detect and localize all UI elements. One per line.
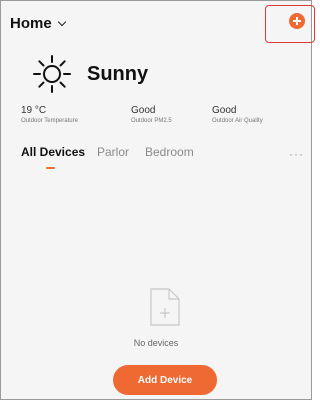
add-device-button[interactable]: Add Device [113,365,217,395]
stat-label: Outdoor Air Quality [212,118,263,124]
top-bar: Home [1,1,315,45]
stat-pm25: Good Outdoor PM2.5 [131,105,172,126]
active-tab-indicator [46,167,55,169]
tab-parlor[interactable]: Parlor [97,145,129,159]
stat-value: 19 °C [21,105,47,116]
add-icon[interactable] [289,13,305,29]
sun-icon [33,55,71,93]
app-screen: Home Sunny 19 °C Outdoor Temperature Goo… [0,0,315,400]
stat-value: Good [212,105,237,116]
weather-condition: Sunny [87,63,149,85]
chevron-down-icon [57,17,66,27]
room-tabs: All Devices Parlor Bedroom [21,145,311,169]
empty-state-message: No devices [133,338,179,348]
tab-all-devices[interactable]: All Devices [21,145,85,159]
tab-bedroom[interactable]: Bedroom [145,145,194,159]
more-icon[interactable]: ··· [289,147,304,161]
stat-air-quality: Good Outdoor Air Quality [212,105,263,126]
empty-file-icon [150,288,180,326]
stat-value: Good [131,105,156,116]
stat-label: Outdoor Temperature [21,118,78,124]
home-label: Home [10,15,52,32]
stat-label: Outdoor PM2.5 [131,118,172,124]
home-selector[interactable]: Home [10,15,66,32]
stat-temperature: 19 °C Outdoor Temperature [21,105,78,126]
weather-icon-wrap [31,53,73,95]
